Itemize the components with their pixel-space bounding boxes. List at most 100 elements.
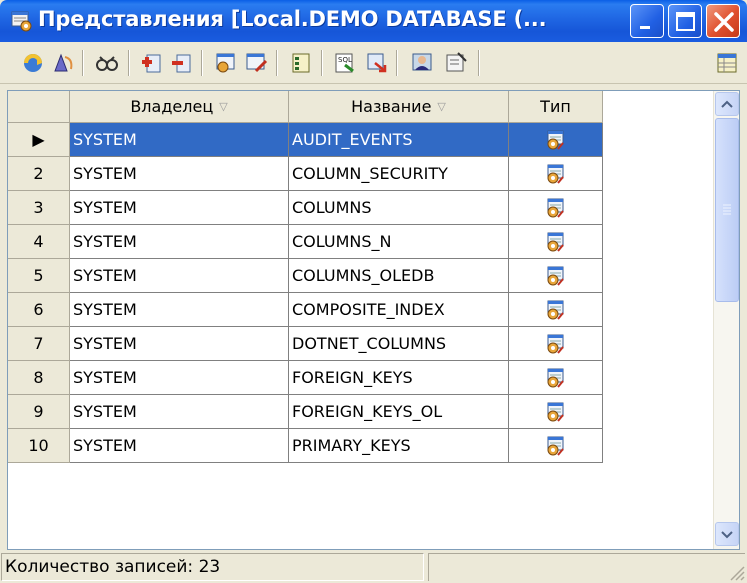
table-row[interactable]: 2 SYSTEM COLUMN_SECURITY	[8, 157, 728, 191]
sort-icon[interactable]: ▽	[219, 100, 227, 113]
table-row[interactable]: 9 SYSTEM FOREIGN_KEYS_OL	[8, 395, 728, 429]
owner-cell[interactable]: SYSTEM	[70, 123, 289, 157]
properties-button[interactable]	[441, 49, 471, 77]
scroll-down-button[interactable]	[715, 522, 739, 546]
row-number[interactable]: ▶	[8, 123, 70, 157]
owner-cell[interactable]: SYSTEM	[70, 157, 289, 191]
export-icon	[367, 53, 387, 73]
table-row[interactable]: 10 SYSTEM PRIMARY_KEYS	[8, 429, 728, 463]
table-row[interactable]: 6 SYSTEM COMPOSITE_INDEX	[8, 293, 728, 327]
view-icon	[545, 197, 567, 219]
owner-cell[interactable]: SYSTEM	[70, 191, 289, 225]
view-edit-icon	[246, 53, 268, 73]
close-button[interactable]	[706, 4, 740, 38]
view-icon	[545, 367, 567, 389]
view-icon	[545, 401, 567, 423]
row-number[interactable]: 6	[8, 293, 70, 327]
add-button[interactable]	[136, 49, 166, 77]
owner-cell[interactable]: SYSTEM	[70, 259, 289, 293]
view-icon	[545, 231, 567, 253]
name-cell[interactable]: AUDIT_EVENTS	[289, 123, 509, 157]
window-title: Представления [Local.DEMO DATABASE (...	[38, 7, 547, 31]
row-number[interactable]: 4	[8, 225, 70, 259]
row-number[interactable]: 3	[8, 191, 70, 225]
grid-layout-button[interactable]	[712, 49, 742, 77]
view-icon	[545, 129, 567, 151]
table-row[interactable]: ▶ SYSTEM AUDIT_EVENTS	[8, 123, 728, 157]
type-cell[interactable]	[509, 225, 603, 259]
user-button[interactable]	[407, 49, 437, 77]
type-cell[interactable]	[509, 191, 603, 225]
name-cell[interactable]: COLUMN_SECURITY	[289, 157, 509, 191]
view-icon	[545, 333, 567, 355]
name-cell[interactable]: COLUMNS_OLEDB	[289, 259, 509, 293]
type-cell[interactable]	[509, 259, 603, 293]
find-icon	[96, 56, 118, 71]
type-cell[interactable]	[509, 429, 603, 463]
table-row[interactable]: 4 SYSTEM COLUMNS_N	[8, 225, 728, 259]
view-edit-button[interactable]	[241, 49, 271, 77]
owner-cell[interactable]: SYSTEM	[70, 293, 289, 327]
views-grid[interactable]: Владелец ▽ Название ▽ Тип ▶ SYSTEM AUDIT_E…	[7, 90, 740, 550]
table-row[interactable]: 5 SYSTEM COLUMNS_OLEDB	[8, 259, 728, 293]
status-panel	[428, 553, 745, 581]
bell-icon	[54, 53, 73, 72]
record-count: Количество записей: 23	[1, 553, 424, 581]
close-icon	[714, 12, 734, 32]
sql-icon: SQL	[335, 53, 354, 73]
owner-cell[interactable]: SYSTEM	[70, 429, 289, 463]
scroll-thumb[interactable]	[715, 118, 739, 302]
name-cell[interactable]: DOTNET_COLUMNS	[289, 327, 509, 361]
type-cell[interactable]	[509, 123, 603, 157]
scroll-up-button[interactable]	[715, 92, 739, 116]
type-cell[interactable]	[509, 157, 603, 191]
name-cell[interactable]: PRIMARY_KEYS	[289, 429, 509, 463]
sql-button[interactable]: SQL	[330, 49, 360, 77]
table-row[interactable]: 3 SYSTEM COLUMNS	[8, 191, 728, 225]
name-cell[interactable]: COLUMNS	[289, 191, 509, 225]
name-cell[interactable]: FOREIGN_KEYS_OL	[289, 395, 509, 429]
views-window-icon	[11, 11, 32, 32]
table-row[interactable]: 8 SYSTEM FOREIGN_KEYS	[8, 361, 728, 395]
row-number[interactable]: 9	[8, 395, 70, 429]
name-cell[interactable]: COMPOSITE_INDEX	[289, 293, 509, 327]
row-number[interactable]: 8	[8, 361, 70, 395]
type-cell[interactable]	[509, 361, 603, 395]
refresh-button[interactable]	[18, 49, 48, 77]
vertical-scrollbar[interactable]	[713, 91, 739, 549]
columns-button[interactable]	[286, 49, 316, 77]
view-button[interactable]	[211, 49, 241, 77]
column-header-type[interactable]: Тип	[509, 91, 603, 123]
row-number[interactable]: 5	[8, 259, 70, 293]
owner-cell[interactable]: SYSTEM	[70, 225, 289, 259]
remove-button[interactable]	[166, 49, 196, 77]
title-bar[interactable]: Представления [Local.DEMO DATABASE (...	[0, 0, 747, 42]
find-button[interactable]	[92, 49, 122, 77]
row-indicator-header	[8, 91, 70, 123]
maximize-button[interactable]	[668, 4, 702, 38]
row-number[interactable]: 10	[8, 429, 70, 463]
row-number[interactable]: 2	[8, 157, 70, 191]
sort-icon[interactable]: ▽	[437, 100, 445, 113]
export-button[interactable]	[362, 49, 392, 77]
name-cell[interactable]: COLUMNS_N	[289, 225, 509, 259]
toolbar-separator	[82, 50, 84, 76]
type-cell[interactable]	[509, 327, 603, 361]
column-header-label: Владелец	[130, 97, 214, 116]
table-row[interactable]: 7 SYSTEM DOTNET_COLUMNS	[8, 327, 728, 361]
column-header-name[interactable]: Название ▽	[289, 91, 509, 123]
minimize-button[interactable]	[630, 4, 664, 38]
svg-text:SQL: SQL	[338, 56, 352, 64]
column-header-owner[interactable]: Владелец ▽	[70, 91, 289, 123]
name-cell[interactable]: FOREIGN_KEYS	[289, 361, 509, 395]
row-number[interactable]: 7	[8, 327, 70, 361]
owner-cell[interactable]: SYSTEM	[70, 327, 289, 361]
owner-cell[interactable]: SYSTEM	[70, 361, 289, 395]
alert-button[interactable]	[48, 49, 78, 77]
type-cell[interactable]	[509, 293, 603, 327]
toolbar-separator	[201, 50, 203, 76]
toolbar-separator	[396, 50, 398, 76]
type-cell[interactable]	[509, 395, 603, 429]
resize-grip-icon[interactable]	[727, 563, 745, 581]
owner-cell[interactable]: SYSTEM	[70, 395, 289, 429]
